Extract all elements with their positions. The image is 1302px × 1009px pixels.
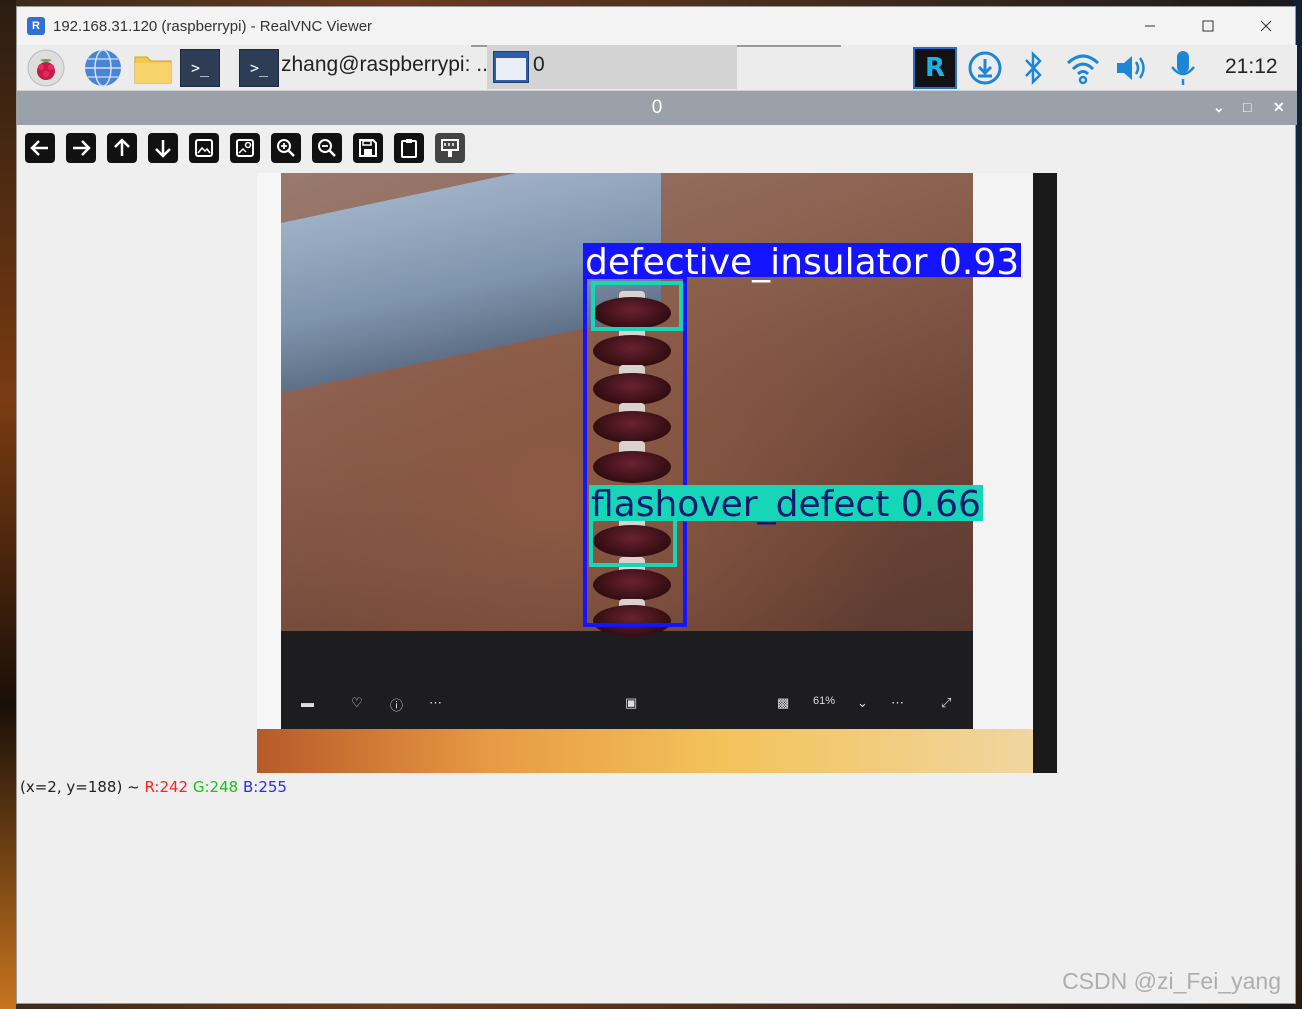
zoom-out-button[interactable] [312,133,342,163]
save-icon [359,139,377,157]
task-window-label: 0 [533,53,545,76]
updater-icon [968,51,1002,85]
clipboard-icon [401,139,417,158]
task-terminal-icon-box[interactable]: >_ [239,49,279,87]
more-icon: ⋯ [891,695,904,710]
window-title: 192.168.31.120 (raspberrypi) - RealVNC V… [53,17,373,35]
image-canvas[interactable]: ▬ ♡ ⓘ ⋯ ▣ ▩ 61% ⌄ ⋯ ⤢ defective_insulato… [257,173,1057,773]
expand-icon: ⤢ [941,695,952,710]
raspberry-pi-taskbar: >_ >_ zhang@raspberrypi: ... 0 R 21:12 [17,45,1297,91]
bluetooth-button[interactable] [1013,49,1053,87]
volume-button[interactable] [1113,49,1153,87]
updater-button[interactable] [965,49,1005,87]
close-button[interactable] [1237,7,1295,45]
terminal-icon: >_ [249,59,269,77]
heart-icon: ♡ [351,695,363,710]
crop-icon: ▣ [625,695,638,710]
image-settings-icon [236,139,254,157]
chevron-down-icon[interactable]: ⌄ [1213,99,1225,116]
zoom-fit-button[interactable] [230,133,260,163]
zoom-out-icon [318,139,336,157]
title-bar[interactable]: R 192.168.31.120 (raspberrypi) - RealVNC… [17,7,1295,45]
realvnc-server-button[interactable]: R [913,47,957,89]
close-icon[interactable]: ✕ [1273,99,1285,116]
web-browser-icon [85,49,121,87]
properties-button[interactable] [435,133,465,163]
close-icon [1260,20,1272,32]
detection-label-defective-insulator: defective_insulator 0.93 [583,242,1022,283]
window-icon [493,51,529,83]
pan-up-button[interactable] [107,133,137,163]
status-bar: (x=2, y=188) ~ R:242 G:248 B:255 [20,778,287,796]
pixel-blue: B:255 [242,778,287,796]
raspberry-menu-button[interactable] [25,49,67,87]
minimize-icon [1145,25,1155,27]
detection-label-flashover-defect: flashover_defect 0.66 [589,484,983,525]
image-icon [195,139,213,157]
zoom-original-button[interactable] [189,133,219,163]
pan-right-button[interactable] [66,133,96,163]
realvnc-server-icon: R [924,53,946,83]
photo-viewer-bar [281,631,973,729]
opencv-window-header[interactable]: 0 ⌄ □ ✕ [17,91,1297,125]
clock[interactable]: 21:12 [1225,55,1278,79]
desktop-background-left [0,0,16,1009]
realvnc-window: R 192.168.31.120 (raspberrypi) - RealVNC… [16,6,1297,1004]
opencv-window-title: 0 [651,97,663,118]
maximize-button[interactable] [1179,7,1237,45]
pan-down-button[interactable] [148,133,178,163]
save-button[interactable] [353,133,383,163]
zoom-in-icon [277,139,295,157]
pixel-red: R:242 [144,778,189,796]
photo-icon: ▩ [777,695,790,710]
arrow-right-icon [73,140,91,156]
task-window-0[interactable]: 0 [487,45,737,89]
arrow-down-icon [155,140,171,158]
restore-icon[interactable]: □ [1243,99,1251,115]
copy-clipboard-button[interactable] [394,133,424,163]
pan-left-button[interactable] [25,133,55,163]
terminal-launcher[interactable]: >_ [180,49,220,87]
zoom-level-text: 61% [813,695,836,707]
properties-icon [441,139,459,157]
watermark: CSDN @zi_Fei_yang [1062,968,1281,994]
pixel-green: G:248 [192,778,239,796]
volume-icon [1117,56,1145,80]
bluetooth-icon [1025,51,1042,85]
info-icon: ⓘ [390,698,404,713]
terminal-icon: >_ [190,59,210,77]
task-terminal[interactable]: zhang@raspberrypi: ... [281,53,494,77]
file-manager-button[interactable] [131,49,175,87]
maximize-icon [1202,20,1214,32]
web-browser-button[interactable] [81,49,125,87]
arrow-up-icon [114,138,130,156]
realvnc-icon: R [27,17,45,35]
wifi-button[interactable] [1063,49,1103,87]
photo-bar-icon: ▬ [301,695,314,710]
photo-side-panel [257,173,281,773]
arrow-left-icon [30,140,48,156]
opencv-toolbar [25,133,465,165]
wifi-icon [1066,54,1100,85]
microphone-icon [1171,51,1195,85]
detection-box-flashover-top [591,281,683,331]
raspberry-menu-icon [27,49,65,87]
microphone-button[interactable] [1163,49,1203,87]
photo-monitor-edge [1033,173,1057,773]
zoom-in-button[interactable] [271,133,301,163]
pixel-coords: (x=2, y=188) ~ [20,778,140,796]
chevron-down-icon: ⌄ [857,695,868,710]
more-icon: ⋯ [429,695,442,710]
minimize-button[interactable] [1121,7,1179,45]
photo-taskbar [257,729,1033,773]
file-manager-icon [134,56,172,84]
